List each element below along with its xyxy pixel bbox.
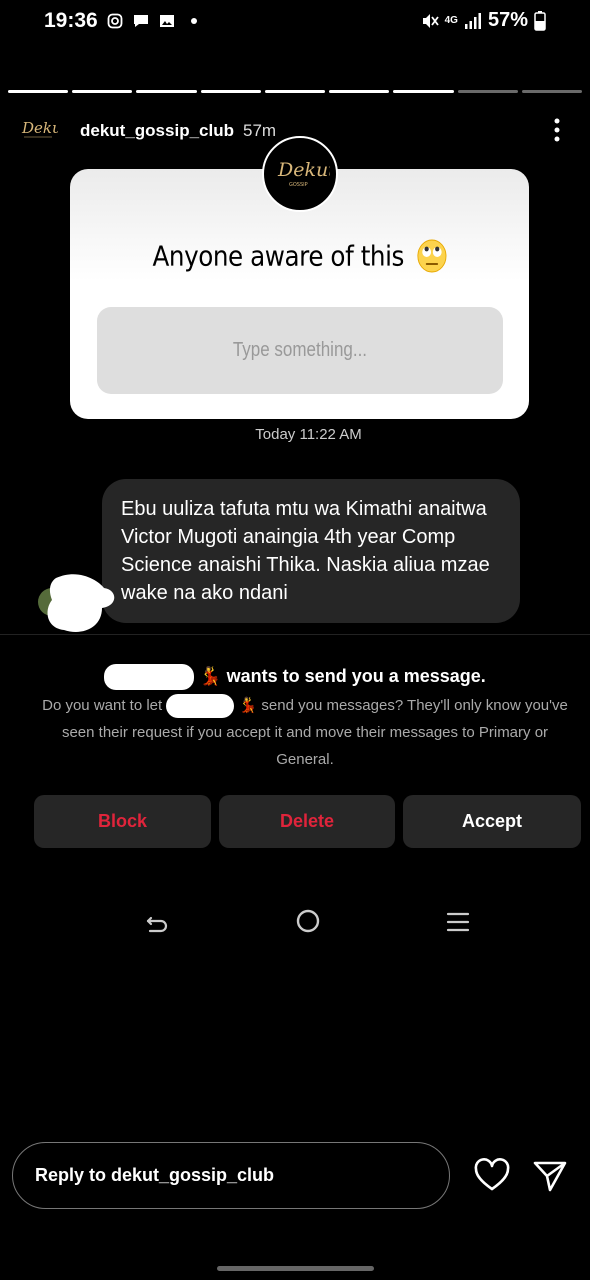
status-right: 4G 57% — [421, 9, 546, 32]
answer-input[interactable]: Type something... — [97, 307, 503, 394]
story-progress-segment — [521, 90, 582, 93]
accept-button[interactable]: Accept — [403, 795, 581, 848]
story-progress-segment — [200, 90, 261, 93]
more-options-icon[interactable] — [552, 116, 562, 144]
heart-icon[interactable] — [474, 1158, 510, 1194]
dancer-emoji-icon: 💃 — [238, 697, 258, 714]
story-progress — [8, 90, 582, 93]
divider — [0, 634, 590, 635]
story-progress-segment — [329, 90, 390, 93]
story-username[interactable]: dekut_gossip_club — [80, 121, 234, 141]
story-progress-segment — [136, 90, 197, 93]
message-timestamp: Today 11:22 AM — [255, 426, 362, 443]
nav-recents-icon[interactable] — [444, 908, 472, 936]
eye-roll-emoji-icon — [417, 239, 447, 273]
request-title: 💃 wants to send you a message. — [0, 664, 590, 690]
dancer-emoji-icon: 💃 — [199, 665, 222, 686]
story-progress-segment — [457, 90, 518, 93]
battery-percent: 57% — [487, 9, 528, 31]
dekut-logo-icon: Dekut GOSSIP — [277, 159, 330, 188]
request-body: Do you want to let 💃 send you messages? … — [40, 692, 570, 773]
reply-placeholder: Reply to dekut_gossip_club — [35, 1165, 275, 1185]
send-icon[interactable] — [532, 1158, 568, 1194]
story-time: 57m — [243, 121, 277, 140]
notification-dot — [191, 18, 197, 24]
network-label: 4G — [444, 14, 458, 26]
sender-avatar[interactable] — [38, 570, 116, 636]
request-title-text: wants to send you a message. — [226, 665, 486, 686]
question-title: Anyone aware of this — [98, 238, 502, 273]
redacted-name — [166, 694, 235, 719]
svg-text:GOSSIP: GOSSIP — [289, 182, 308, 188]
svg-text:Dekut: Dekut — [21, 119, 58, 137]
mute-icon — [422, 13, 439, 28]
delete-button[interactable]: Delete — [219, 795, 395, 848]
request-body-prefix: Do you want to let — [42, 697, 163, 714]
nav-back-icon[interactable] — [143, 908, 171, 936]
story-progress-segment — [72, 90, 133, 93]
nav-home-icon[interactable] — [294, 907, 322, 935]
story-progress-segment — [393, 90, 454, 93]
sticker-logo: Dekut GOSSIP — [262, 136, 338, 212]
battery-icon — [534, 10, 546, 31]
message-icon — [134, 15, 148, 27]
instagram-icon — [107, 13, 123, 29]
question-text: Anyone aware of this — [152, 239, 404, 273]
message-text: Ebu uuliza tafuta mtu wa Kimathi anaitwa… — [121, 498, 490, 604]
story-avatar[interactable]: Dekut — [18, 115, 58, 143]
story-progress-segment — [8, 90, 69, 93]
gallery-icon — [160, 15, 174, 27]
home-indicator[interactable] — [217, 1266, 374, 1271]
redacted-name — [104, 664, 195, 690]
block-button[interactable]: Block — [34, 795, 211, 848]
svg-text:Dekut: Dekut — [277, 159, 330, 181]
status-time: 19:36 — [44, 9, 98, 32]
story-progress-segment — [264, 90, 326, 93]
answer-placeholder: Type something... — [232, 339, 368, 361]
signal-icon — [464, 12, 481, 29]
